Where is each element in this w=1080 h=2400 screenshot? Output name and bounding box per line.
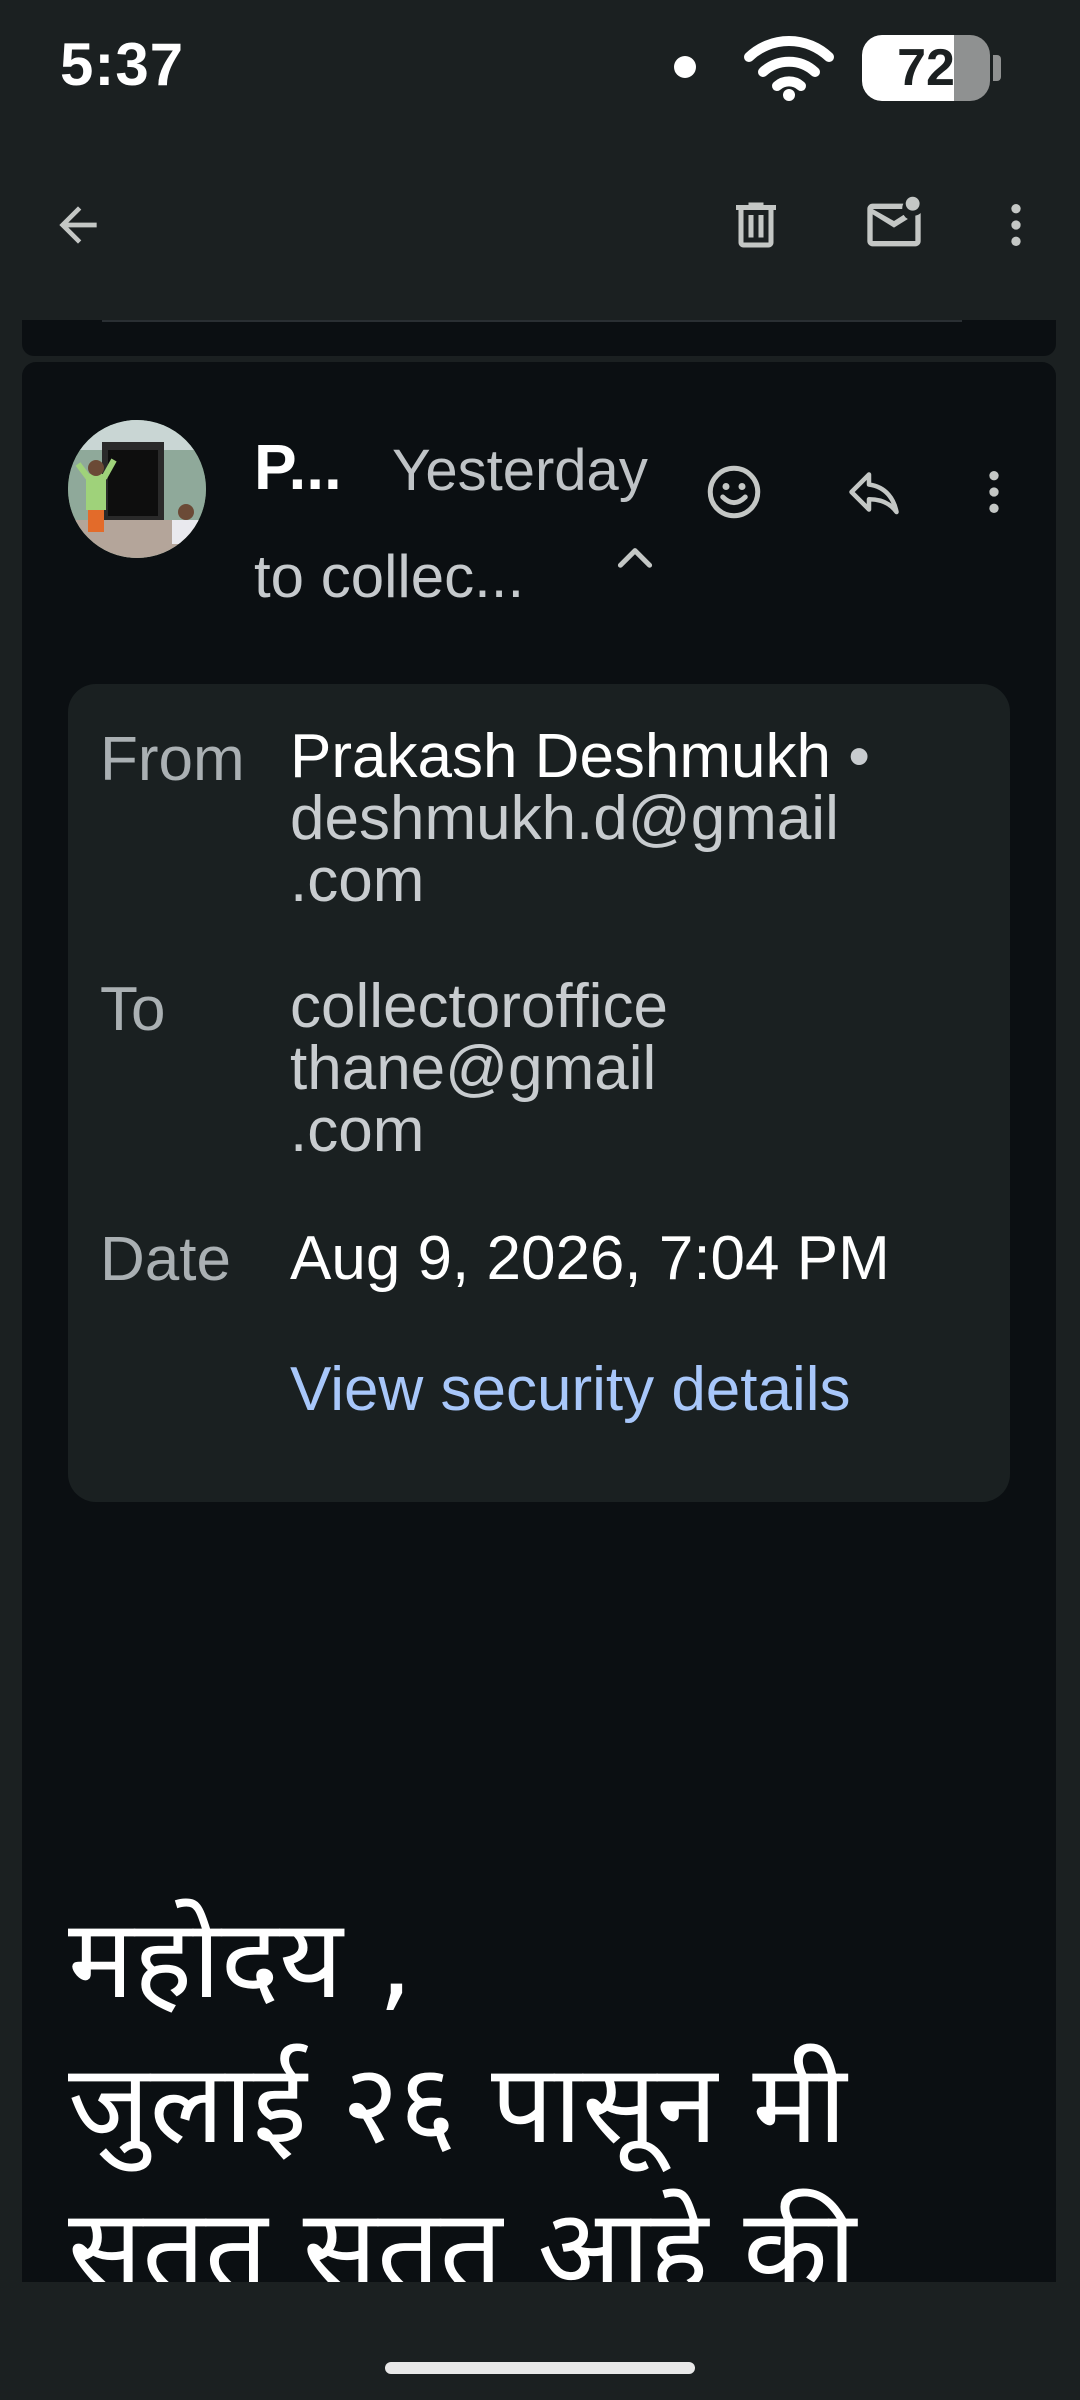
avatar[interactable]	[68, 420, 206, 558]
delete-button[interactable]	[716, 185, 796, 265]
mark-unread-icon	[867, 196, 921, 247]
sender-name[interactable]: P...	[254, 430, 342, 504]
arrow-back-icon	[59, 206, 97, 244]
from-value: Prakash Deshmukh • deshmukh.d@gmail .com	[290, 726, 870, 912]
message-more-button[interactable]	[954, 452, 1034, 532]
recipient-summary[interactable]: to collec...	[254, 542, 524, 611]
chevron-up-icon[interactable]	[610, 534, 660, 584]
to-line3: .com	[290, 1096, 425, 1165]
date-label: Date	[100, 1225, 231, 1294]
more-options-button[interactable]	[976, 185, 1056, 265]
to-line2: thane@gmail	[290, 1034, 657, 1103]
to-value: collectoroffice thane@gmail .com	[290, 976, 668, 1162]
top-toolbar	[0, 135, 1080, 320]
more-vert-icon	[989, 471, 999, 513]
previous-message-card	[22, 320, 1056, 356]
battery-level: 72	[897, 39, 955, 97]
message-card: P... Yesterday to collec... From Prakash…	[22, 362, 1056, 2313]
trash-icon	[736, 202, 776, 248]
back-button[interactable]	[38, 185, 118, 265]
reply-button[interactable]	[834, 452, 914, 532]
body-line: महोदय ,	[68, 1895, 413, 2023]
date-value: Aug 9, 2026, 7:04 PM	[290, 1224, 890, 1293]
navigation-bar	[0, 2282, 1080, 2400]
view-security-details-link[interactable]: View security details	[290, 1354, 851, 1425]
from-email-line1: deshmukh.d@gmail	[290, 784, 839, 853]
battery-indicator: 72	[862, 35, 1002, 101]
from-label: From	[100, 725, 245, 794]
reply-icon	[849, 472, 899, 515]
avatar-photo	[68, 420, 206, 558]
to-line1: collectoroffice	[290, 972, 668, 1041]
email-screen: 5:37 72 P... Yesterday to collec... From…	[0, 0, 1080, 2400]
to-label: To	[100, 975, 166, 1044]
mark-unread-button[interactable]	[854, 185, 934, 265]
smiley-icon	[707, 465, 761, 519]
add-reaction-button[interactable]	[694, 452, 774, 532]
wifi-icon	[744, 36, 834, 101]
status-bar: 5:37 72	[0, 0, 1080, 135]
message-time: Yesterday	[392, 438, 648, 503]
battery-tip	[993, 55, 1001, 81]
from-name: Prakash Deshmukh	[290, 722, 832, 791]
status-time: 5:37	[60, 31, 185, 98]
home-indicator[interactable]	[385, 2362, 695, 2374]
from-separator: •	[848, 722, 870, 791]
body-line: जुलाई २६ पासून मी	[68, 2040, 847, 2168]
more-vert-icon	[1011, 204, 1021, 246]
message-details-panel: From Prakash Deshmukh • deshmukh.d@gmail…	[68, 684, 1010, 1502]
notification-dot-icon	[674, 56, 696, 78]
message-body: महोदय , जुलाई २६ पासून मी सतत सतत आहे की	[68, 1887, 1048, 2322]
from-email-line2: .com	[290, 846, 425, 915]
